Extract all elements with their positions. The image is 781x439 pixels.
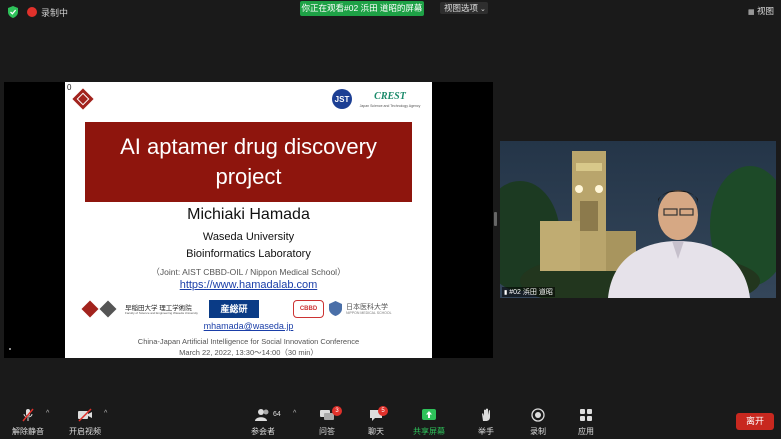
share-screen-button[interactable]: 共享屏幕	[411, 404, 447, 439]
crest-logo-subtitle: Japan Science and Technology Agency	[360, 104, 421, 108]
participant-video-image	[500, 141, 776, 298]
grid-icon: ▦	[748, 9, 755, 16]
leave-meeting-button[interactable]: 离开	[736, 413, 774, 430]
qa-label: 问答	[319, 427, 335, 436]
participants-count: 64	[273, 411, 281, 418]
unmute-button[interactable]: 解除静音	[10, 404, 46, 439]
participants-button[interactable]: 参会者	[248, 404, 278, 439]
conference-date: March 22, 2022, 13:30～14:00（30 min）	[179, 348, 318, 357]
presentation-slide: 0 JST CREST Japan Science and Technology…	[65, 82, 432, 358]
affiliation-lab: Bioinformatics Laboratory	[186, 248, 311, 260]
view-options-label: 视图选项	[444, 3, 479, 13]
waseda-logo-icon	[72, 88, 94, 110]
share-indicator-dot	[9, 348, 11, 350]
institution-logos: 早稲田大学 理工学術院 Faculty of Science and Engin…	[81, 298, 421, 320]
raise-hand-icon	[482, 408, 490, 421]
raise-hand-label: 举手	[478, 427, 494, 436]
participant-video-tile[interactable]: ▮ #02 浜田 道昭	[500, 141, 776, 298]
participants-options-caret-icon[interactable]: ^	[293, 410, 296, 417]
view-button[interactable]: ▦ 视图	[748, 5, 774, 17]
waseda-emblem-icon	[81, 300, 117, 318]
aist-logo: 産総研	[209, 300, 259, 318]
record-icon	[531, 408, 545, 422]
jst-logo-text: JST	[335, 95, 350, 104]
raise-hand-button[interactable]: 举手	[474, 404, 498, 439]
chat-badge: 5	[378, 406, 388, 416]
presenter-name: Michiaki Hamada	[187, 206, 310, 223]
view-label: 视图	[757, 6, 775, 16]
share-screen-icon	[422, 409, 436, 420]
record-label: 录制	[530, 427, 546, 436]
slide-title: AI aptamer drug discovery project	[85, 122, 412, 202]
qa-badge: 3	[332, 406, 342, 416]
nippon-medical-school-logo-subtitle: NIPPON MEDICAL SCHOOL	[346, 311, 392, 315]
participants-label: 参会者	[251, 427, 275, 436]
jst-crest-logo: JST CREST Japan Science and Technology A…	[332, 89, 421, 109]
microphone-muted-icon	[22, 408, 34, 422]
video-camera-off-icon	[78, 408, 92, 422]
apps-icon	[580, 409, 592, 421]
start-video-button[interactable]: 开启视频	[67, 404, 103, 439]
record-button[interactable]: 录制	[526, 404, 550, 439]
meeting-toolbar: 解除静音 ^ 开启视频 ^ 参会者 64 ^ 问答 3 聊天 5 共享屏幕 举手…	[0, 404, 781, 439]
start-video-label: 开启视频	[69, 427, 101, 436]
crest-logo-text: CREST	[374, 91, 407, 102]
slide-number: 0	[67, 83, 72, 92]
top-bar: 录制中 你正在观看#02 浜田 道昭的屏幕 视图选项 ⌄ ▦ 视图	[0, 0, 781, 24]
video-options-caret-icon[interactable]: ^	[104, 410, 107, 417]
unmute-label: 解除静音	[12, 427, 44, 436]
cbbd-logo: CBBD	[293, 300, 324, 318]
nippon-medical-school-emblem-icon	[329, 301, 342, 316]
signal-bars-icon: ▮	[504, 290, 508, 296]
share-screen-label: 共享屏幕	[413, 427, 445, 436]
participant-name-label: ▮ #02 浜田 道昭	[502, 287, 555, 297]
affiliation-university: Waseda University	[202, 231, 295, 243]
apps-button[interactable]: 应用	[574, 404, 598, 439]
participants-icon	[255, 409, 269, 421]
chat-label: 聊天	[368, 427, 384, 436]
email-link[interactable]: mhamada@waseda.jp	[204, 321, 294, 331]
participant-name-text: #02 浜田 道昭	[509, 289, 553, 296]
recording-label: 录制中	[41, 8, 69, 18]
website-link[interactable]: https://www.hamadalab.com	[180, 279, 318, 291]
conference-name: China-Japan Artificial Intelligence for …	[137, 337, 360, 346]
view-options-button[interactable]: 视图选项 ⌄	[440, 2, 488, 14]
apps-label: 应用	[578, 427, 594, 436]
split-resize-handle[interactable]	[494, 212, 497, 226]
security-shield-icon[interactable]	[8, 6, 18, 18]
waseda-faculty-logo-subtitle: Faculty of Science and Engineering Wased…	[125, 311, 198, 315]
chevron-down-icon: ⌄	[480, 6, 486, 13]
joint-affiliations: （Joint: AIST CBBD-OIL / Nippon Medical S…	[151, 267, 346, 277]
viewing-share-banner: 你正在观看#02 浜田 道昭的屏幕	[300, 1, 424, 16]
recording-icon	[27, 7, 37, 17]
audio-options-caret-icon[interactable]: ^	[46, 410, 49, 417]
